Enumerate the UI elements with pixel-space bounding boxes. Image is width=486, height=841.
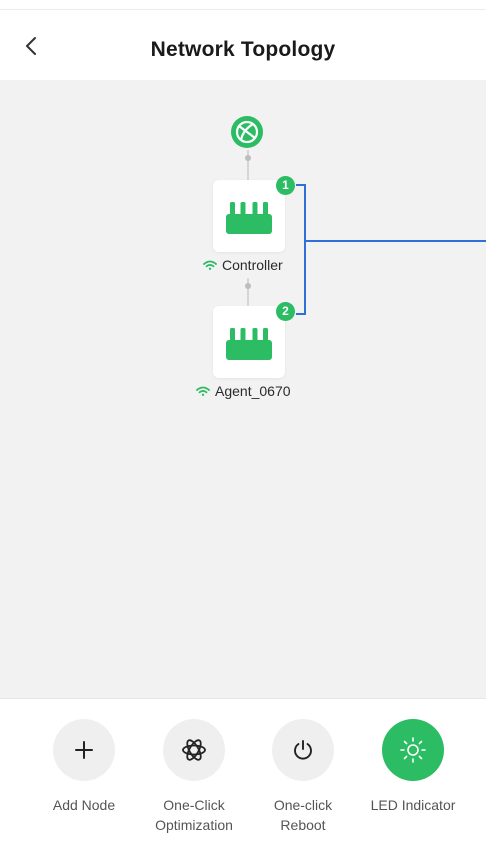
label-line: Reboot	[280, 817, 326, 833]
bottom-action-bar: Add Node One-Click Optimization One-clic…	[0, 698, 486, 841]
led-indicator-circle[interactable]	[382, 719, 444, 781]
label-line: Add Node	[52, 797, 116, 813]
led-indicator-button[interactable]: LED Indicator	[358, 719, 468, 815]
agent-label-row: Agent_0670	[196, 383, 291, 399]
controller-label: Controller	[222, 257, 283, 273]
link-dot	[245, 283, 251, 289]
label-line: LED Indicator	[370, 797, 456, 813]
atom-icon	[182, 739, 206, 761]
link-dot	[245, 155, 251, 161]
label-line: Optimization	[155, 817, 233, 833]
add-node-button[interactable]: Add Node	[29, 719, 139, 815]
page-title: Network Topology	[150, 38, 336, 61]
reboot-circle[interactable]	[272, 719, 334, 781]
optimization-label: One-Click Optimization	[139, 795, 249, 835]
annotation-bracket	[296, 184, 306, 315]
annotation-line	[306, 240, 486, 242]
node-badge: 1	[276, 176, 295, 195]
agent-label: Agent_0670	[215, 383, 291, 399]
header: Network Topology	[0, 10, 486, 80]
add-node-circle[interactable]	[53, 719, 115, 781]
led-indicator-label: LED Indicator	[358, 795, 468, 815]
optimization-circle[interactable]	[163, 719, 225, 781]
one-click-optimization-button[interactable]: One-Click Optimization	[139, 719, 249, 835]
node-badge: 2	[276, 302, 295, 321]
globe-icon	[231, 116, 263, 148]
wifi-icon	[203, 260, 217, 270]
label-line: One-click	[273, 797, 333, 813]
internet-node[interactable]	[230, 115, 264, 149]
sun-icon	[400, 737, 426, 763]
plus-icon	[75, 741, 93, 759]
one-click-reboot-button[interactable]: One-click Reboot	[248, 719, 358, 835]
agent-node[interactable]	[213, 306, 285, 378]
status-strip	[0, 0, 486, 10]
reboot-label: One-click Reboot	[248, 795, 358, 835]
add-node-label: Add Node	[29, 795, 139, 815]
router-icon	[226, 202, 272, 234]
router-icon	[226, 328, 272, 360]
power-icon	[294, 740, 312, 760]
controller-label-row: Controller	[203, 257, 283, 273]
wifi-icon	[196, 386, 210, 396]
label-line: One-Click	[163, 797, 225, 813]
controller-node[interactable]	[213, 180, 285, 252]
